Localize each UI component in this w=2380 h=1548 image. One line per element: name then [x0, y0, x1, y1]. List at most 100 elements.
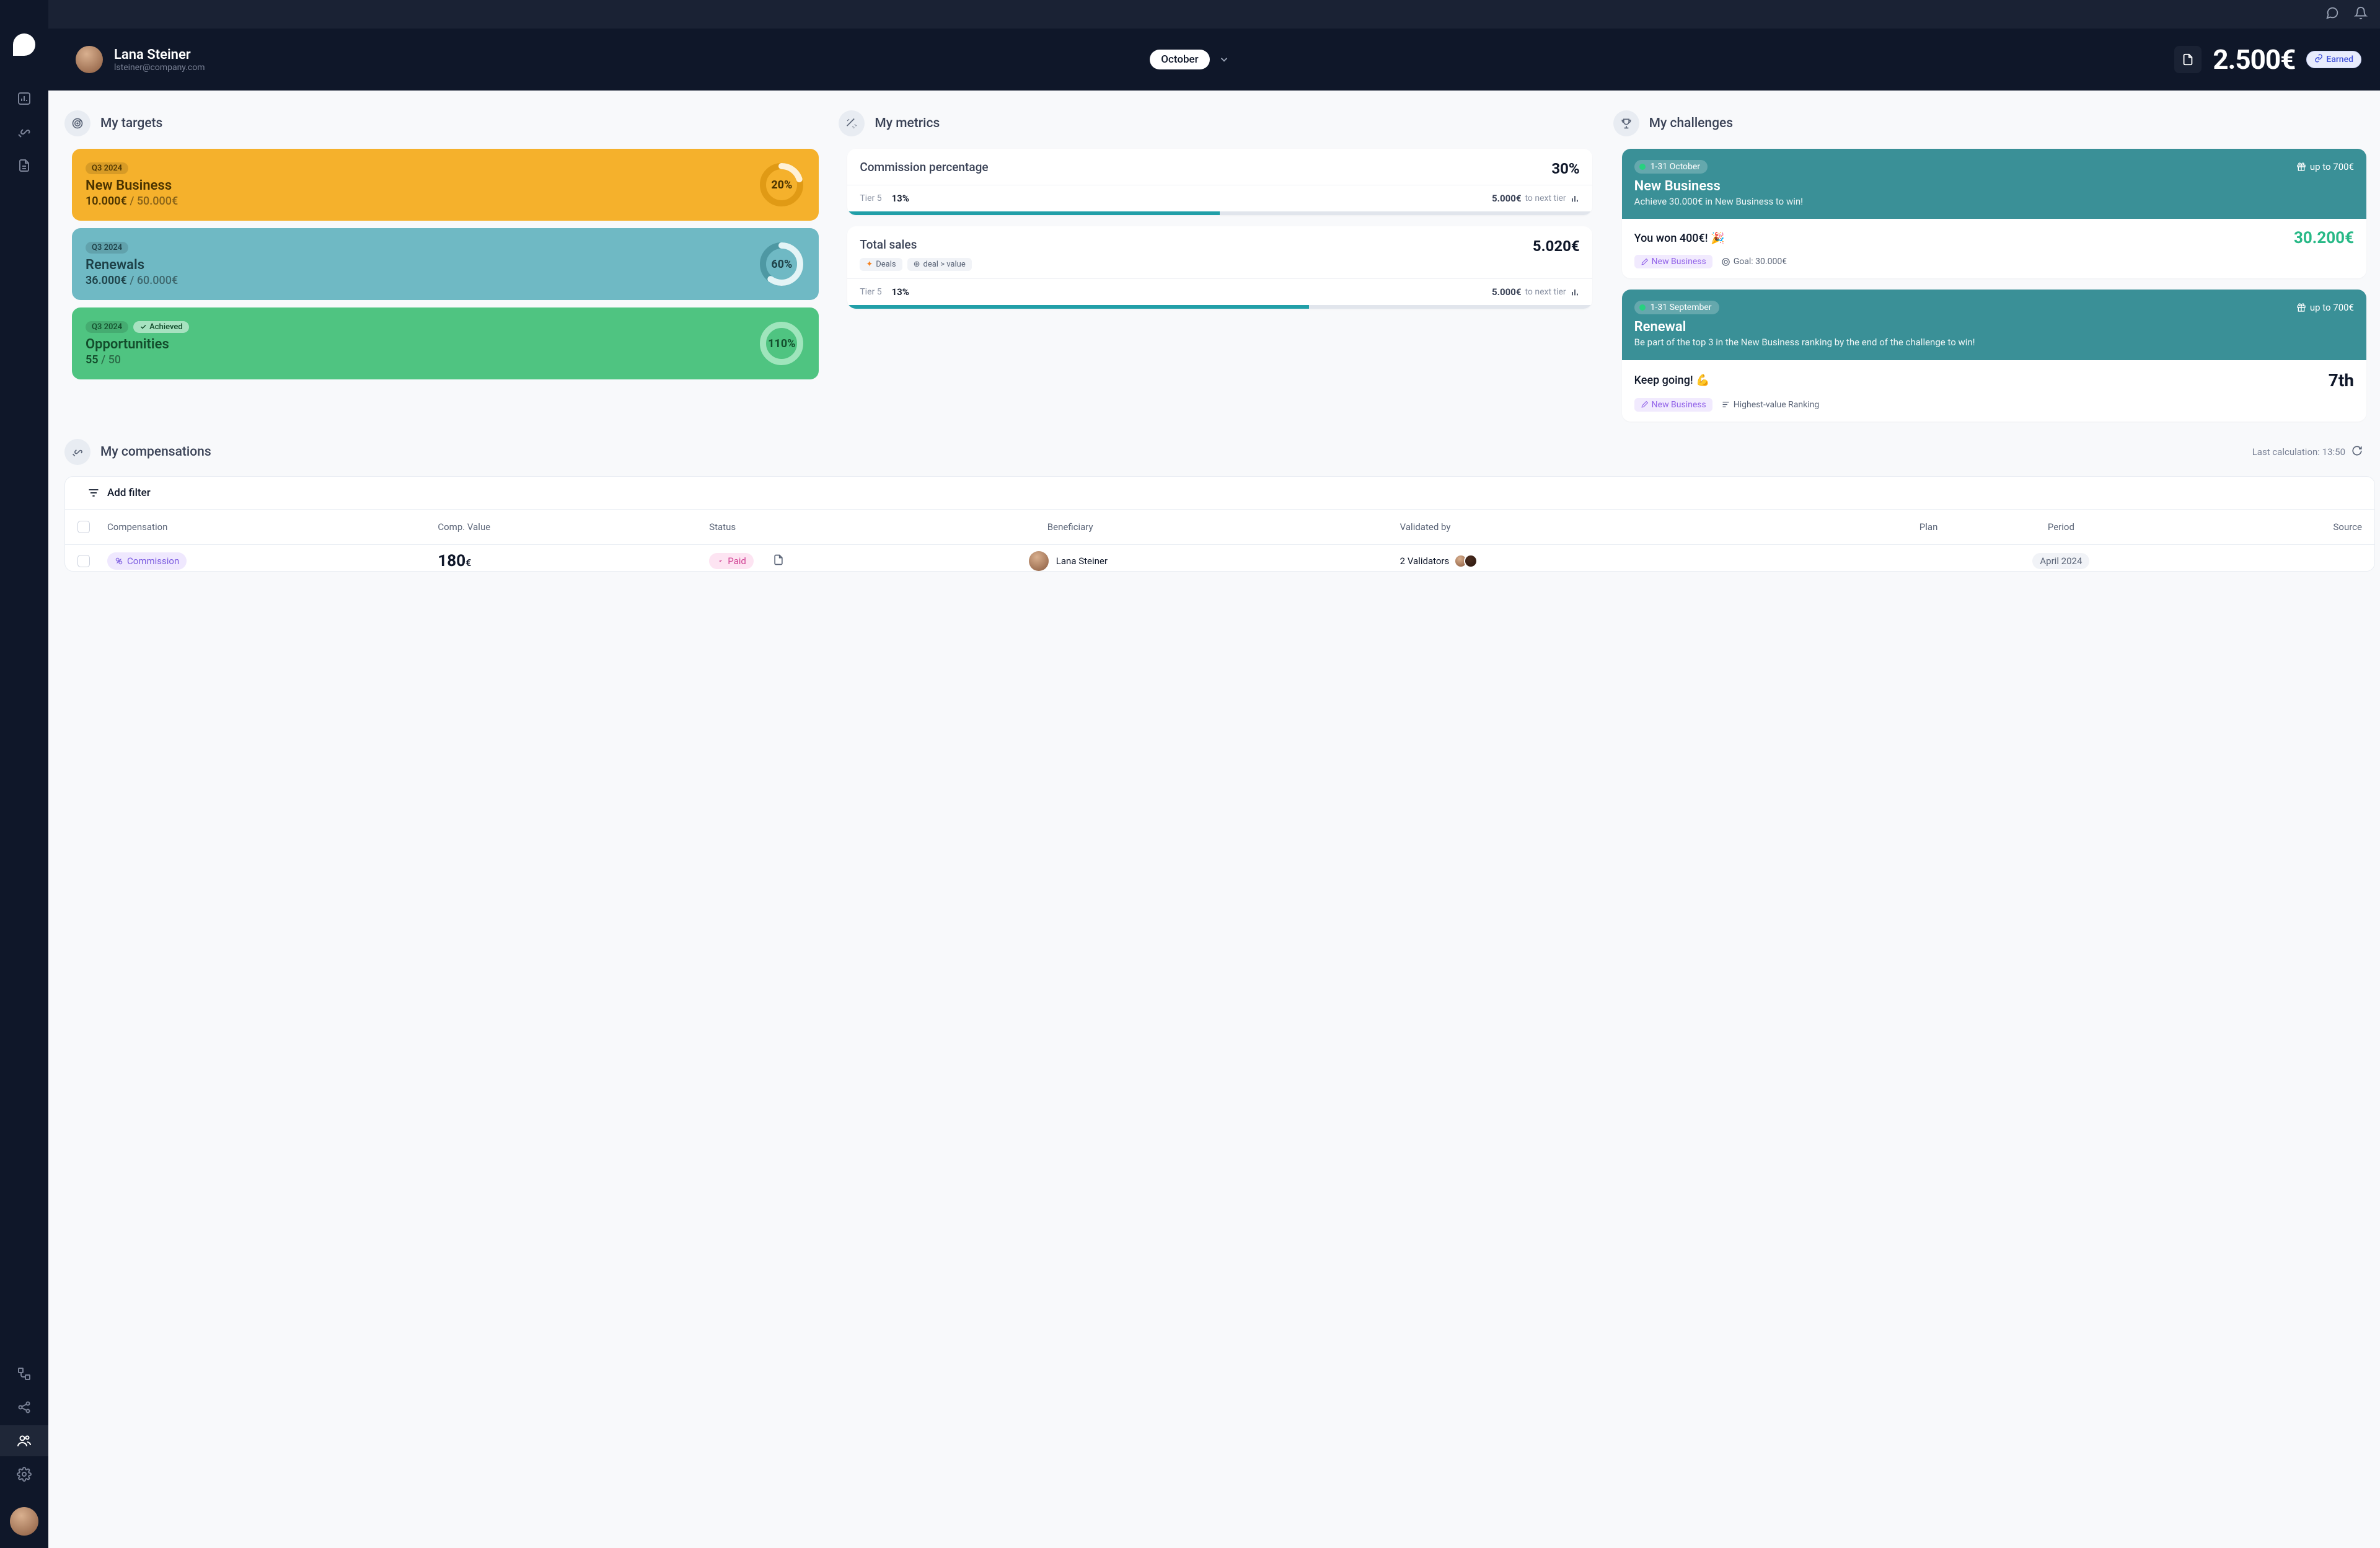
- header-amount: 2.500€: [2213, 43, 2295, 76]
- validators-cell: 2 Validators: [1400, 554, 1696, 568]
- metrics-title: My metrics: [875, 116, 940, 131]
- col-status[interactable]: Status: [709, 521, 1005, 533]
- compensations-section: My compensations Last calculation: 13:50…: [48, 439, 2380, 572]
- challenge-title: New Business: [1634, 179, 2354, 194]
- compensations-icon: [64, 439, 90, 465]
- tier-label: Tier 5: [860, 287, 881, 297]
- target-title: New Business: [86, 178, 178, 193]
- user-email: lsteiner@company.com: [114, 63, 205, 73]
- challenge-card-new-business[interactable]: 1-31 October up to 700€ New Business Ach…: [1622, 149, 2366, 278]
- commission-badge: Commission: [107, 552, 187, 570]
- target-title: Opportunities: [86, 337, 189, 352]
- challenge-desc: Be part of the top 3 in the New Business…: [1634, 336, 2354, 348]
- document-button[interactable]: [2174, 46, 2202, 73]
- status-badge: Paid: [709, 553, 754, 569]
- notifications-icon[interactable]: [2354, 6, 2368, 22]
- challenge-dates: 1-31 October: [1634, 160, 1708, 174]
- challenge-desc: Achieve 30.000€ in New Business to win!: [1634, 195, 2354, 208]
- bar-icon: [1570, 193, 1580, 203]
- challenge-tag: New Business: [1634, 255, 1712, 268]
- row-checkbox[interactable]: [77, 555, 90, 567]
- nav-documents[interactable]: [0, 150, 48, 181]
- user-name: Lana Steiner: [114, 47, 205, 63]
- last-calculation: Last calculation: 13:50: [2252, 446, 2345, 458]
- deals-tag: ✦Deals: [860, 258, 902, 271]
- col-validated-by[interactable]: Validated by: [1400, 521, 1696, 533]
- comp-value: 180€: [438, 552, 704, 570]
- note-icon[interactable]: [772, 554, 785, 568]
- challenges-column: My challenges 1-31 October up to 700€: [1613, 110, 2375, 433]
- targets-icon: [64, 110, 90, 136]
- metric-name: Total sales: [860, 237, 971, 252]
- col-beneficiary[interactable]: Beneficiary: [1010, 521, 1395, 533]
- target-period: Q3 2024: [86, 321, 128, 333]
- challenge-msg: Keep going! 💪: [1634, 374, 1710, 387]
- target-card-opportunities[interactable]: Q3 2024 Achieved Opportunities 55 / 50 1…: [72, 307, 819, 379]
- col-plan[interactable]: Plan: [1701, 521, 1937, 533]
- challenge-goal: Highest-value Ranking: [1721, 400, 1819, 410]
- progress-ring: 110%: [758, 320, 805, 367]
- challenge-amount: 30.200€: [2294, 229, 2354, 247]
- tier-label: Tier 5: [860, 193, 881, 203]
- month-selector[interactable]: October: [1150, 50, 1209, 69]
- challenge-title: Renewal: [1634, 319, 2354, 335]
- challenge-prize: up to 700€: [2296, 301, 2354, 314]
- targets-column: My targets Q3 2024 New Business 10.000€ …: [64, 110, 826, 433]
- tier-pct: 13%: [892, 193, 909, 204]
- select-all-checkbox[interactable]: [77, 521, 90, 533]
- target-card-renewals[interactable]: Q3 2024 Renewals 36.000€ / 60.000€ 60%: [72, 228, 819, 300]
- challenges-icon: [1613, 110, 1639, 136]
- target-period: Q3 2024: [86, 242, 128, 254]
- comp-table: Add filter Compensation Comp. Value Stat…: [64, 476, 2375, 572]
- sidebar-avatar[interactable]: [10, 1507, 38, 1536]
- metrics-icon: [839, 110, 865, 136]
- topbar: [48, 0, 2380, 29]
- challenge-card-renewal[interactable]: 1-31 September up to 700€ Renewal Be par…: [1622, 290, 2366, 421]
- compensations-title: My compensations: [100, 444, 211, 459]
- metric-value: 5.020€: [1533, 237, 1580, 255]
- challenge-goal: Goal: 30.000€: [1721, 257, 1787, 267]
- deal-value-tag: ⊕deal > value: [907, 258, 972, 271]
- nav-team[interactable]: [0, 1425, 48, 1456]
- nav-share[interactable]: [0, 1392, 48, 1423]
- chevron-down-icon[interactable]: [1219, 54, 1230, 65]
- period-badge: April 2024: [2032, 553, 2089, 569]
- brand-logo: [13, 33, 35, 56]
- target-title: Renewals: [86, 257, 178, 273]
- sidebar-nav: [0, 0, 48, 1548]
- challenge-dates: 1-31 September: [1634, 301, 1719, 314]
- nav-analytics[interactable]: [0, 83, 48, 114]
- metric-card-commission[interactable]: Commission percentage 30% Tier 5 13% 5.0…: [847, 149, 1592, 215]
- progress-ring: 20%: [758, 161, 805, 208]
- page-header: Lana Steiner lsteiner@company.com Octobe…: [48, 29, 2380, 91]
- bar-icon: [1570, 287, 1580, 297]
- nav-settings[interactable]: [0, 1459, 48, 1490]
- challenge-rank: 7th: [2329, 370, 2354, 391]
- nav-compensation[interactable]: [0, 117, 48, 148]
- metric-card-total-sales[interactable]: Total sales ✦Deals ⊕deal > value 5.020€ …: [847, 226, 1592, 309]
- add-filter-button[interactable]: Add filter: [65, 477, 2374, 509]
- target-period: Q3 2024: [86, 162, 128, 174]
- earned-badge: Earned: [2306, 51, 2361, 68]
- targets-title: My targets: [100, 116, 162, 131]
- user-avatar: [76, 46, 103, 73]
- table-row[interactable]: Commission 180€ Paid: [65, 544, 2374, 571]
- col-period[interactable]: Period: [1942, 521, 2179, 533]
- challenge-prize: up to 700€: [2296, 160, 2354, 174]
- progress-ring: 60%: [758, 241, 805, 288]
- challenges-title: My challenges: [1649, 116, 1733, 131]
- tier-pct: 13%: [892, 286, 909, 298]
- messages-icon[interactable]: [2325, 6, 2339, 22]
- target-card-new-business[interactable]: Q3 2024 New Business 10.000€ / 50.000€ 2…: [72, 149, 819, 221]
- col-comp-value[interactable]: Comp. Value: [438, 521, 704, 533]
- challenge-tag: New Business: [1634, 398, 1712, 412]
- refresh-icon[interactable]: [2351, 445, 2363, 459]
- col-compensation[interactable]: Compensation: [107, 521, 433, 533]
- metrics-column: My metrics Commission percentage 30% Tie…: [839, 110, 1600, 433]
- achieved-badge: Achieved: [133, 321, 188, 333]
- metric-name: Commission percentage: [860, 160, 988, 174]
- nav-org[interactable]: [0, 1358, 48, 1389]
- col-source[interactable]: Source: [2184, 521, 2362, 533]
- challenge-msg: You won 400€! 🎉: [1634, 232, 1725, 245]
- table-header-row: Compensation Comp. Value Status Benefici…: [65, 509, 2374, 544]
